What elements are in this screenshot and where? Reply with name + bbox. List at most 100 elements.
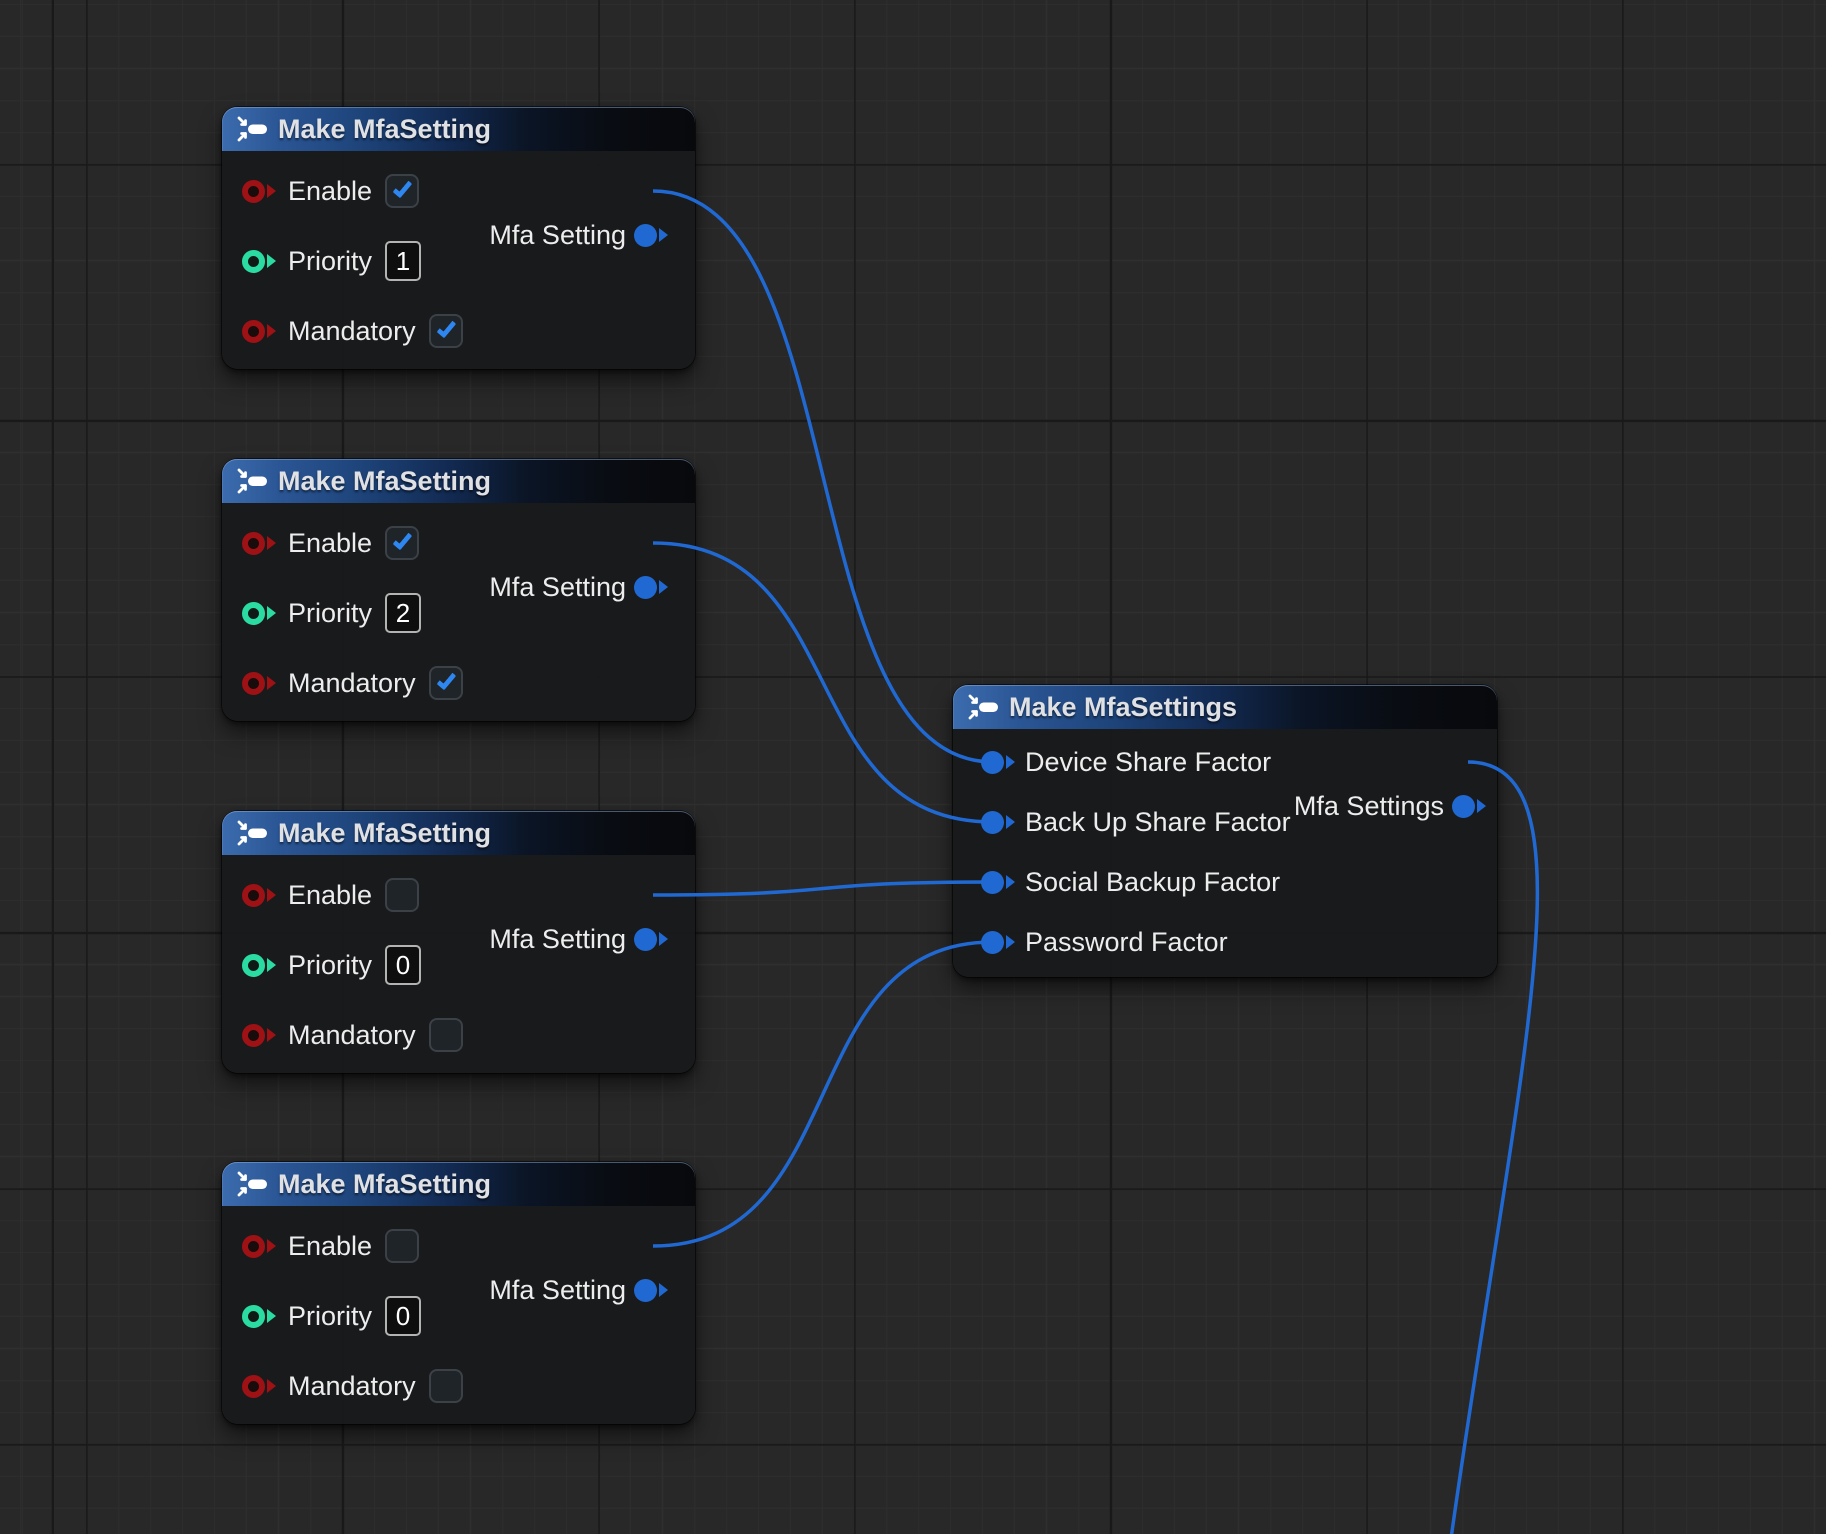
pin-label: Mfa Settings (1294, 791, 1444, 822)
pin-label: Priority (288, 246, 372, 277)
enable-checkbox[interactable] (385, 526, 419, 560)
make-struct-icon (236, 1171, 268, 1197)
pin-label: Enable (288, 528, 372, 559)
pin-arrow-icon (267, 1028, 276, 1042)
pin-arrow-icon (267, 324, 276, 338)
wire-mfasetting-1-to-device-share-factor[interactable] (653, 191, 993, 762)
mandatory-checkbox[interactable] (429, 1018, 463, 1052)
pin-label: Mfa Setting (489, 924, 626, 955)
mandatory-checkbox[interactable] (429, 1369, 463, 1403)
priority-pin[interactable] (242, 250, 276, 273)
mfa-setting-output-pin[interactable] (634, 224, 668, 247)
node-header[interactable]: Make MfaSetting (222, 1162, 695, 1206)
pin-label: Mfa Setting (489, 1275, 626, 1306)
input-row: Mandatory (222, 1000, 695, 1070)
mfa-setting-output-pin[interactable] (634, 928, 668, 951)
pin-arrow-icon (659, 932, 668, 946)
priority-value-input[interactable]: 1 (385, 241, 421, 281)
pin-label: Enable (288, 880, 372, 911)
social-backup-factor-pin[interactable] (981, 871, 1015, 894)
priority-value-input[interactable]: 0 (385, 1296, 421, 1336)
node-make-mfasetting-3[interactable]: Make MfaSetting Enable Priority 0 Mandat… (222, 811, 695, 1073)
pin-label: Priority (288, 950, 372, 981)
make-struct-icon (236, 116, 268, 142)
pin-arrow-icon (1006, 755, 1015, 769)
pin-label: Social Backup Factor (1025, 867, 1280, 898)
priority-pin[interactable] (242, 954, 276, 977)
check-icon (393, 529, 413, 550)
node-make-mfasetting-1[interactable]: Make MfaSetting Enable Priority 1 Mandat… (222, 107, 695, 369)
pin-label: Back Up Share Factor (1025, 807, 1291, 838)
graph-canvas[interactable]: Make MfaSetting Enable Priority 1 Mandat… (0, 0, 1826, 1534)
pin-label: Mandatory (288, 316, 416, 347)
input-row: Mandatory (222, 296, 695, 366)
make-struct-icon (236, 820, 268, 846)
node-header[interactable]: Make MfaSetting (222, 107, 695, 151)
pin-arrow-icon (1006, 875, 1015, 889)
output-row: Mfa Setting (489, 1255, 668, 1325)
input-row: Mandatory (222, 1351, 695, 1421)
mandatory-checkbox[interactable] (429, 314, 463, 348)
enable-pin[interactable] (242, 532, 276, 555)
mfa-settings-output-pin[interactable] (1452, 795, 1486, 818)
pin-label: Mandatory (288, 668, 416, 699)
node-header[interactable]: Make MfaSettings (953, 685, 1497, 729)
pin-label: Mfa Setting (489, 220, 626, 251)
pin-arrow-icon (267, 888, 276, 902)
pin-arrow-icon (267, 958, 276, 972)
node-title: Make MfaSetting (278, 466, 491, 497)
node-make-mfasetting-2[interactable]: Make MfaSetting Enable Priority 2 Mandat… (222, 459, 695, 721)
priority-pin[interactable] (242, 602, 276, 625)
pin-arrow-icon (1477, 799, 1486, 813)
input-row: Social Backup Factor (953, 852, 1497, 912)
mandatory-pin[interactable] (242, 320, 276, 343)
mandatory-pin[interactable] (242, 672, 276, 695)
password-factor-pin[interactable] (981, 931, 1015, 954)
wire-mfasetting-3-to-social-backup-factor[interactable] (653, 882, 993, 895)
mfa-setting-output-pin[interactable] (634, 1279, 668, 1302)
pin-label: Priority (288, 1301, 372, 1332)
enable-pin[interactable] (242, 1235, 276, 1258)
pin-arrow-icon (267, 606, 276, 620)
enable-checkbox[interactable] (385, 878, 419, 912)
priority-value-input[interactable]: 0 (385, 945, 421, 985)
back-up-share-factor-pin[interactable] (981, 811, 1015, 834)
pin-label: Password Factor (1025, 927, 1228, 958)
enable-pin[interactable] (242, 884, 276, 907)
input-row: Mandatory (222, 648, 695, 718)
mfa-setting-output-pin[interactable] (634, 576, 668, 599)
node-header[interactable]: Make MfaSetting (222, 459, 695, 503)
pin-arrow-icon (267, 254, 276, 268)
enable-checkbox[interactable] (385, 174, 419, 208)
output-row: Mfa Settings (1294, 771, 1486, 841)
pin-arrow-icon (267, 1309, 276, 1323)
check-icon (393, 177, 413, 198)
pin-arrow-icon (1006, 935, 1015, 949)
mandatory-checkbox[interactable] (429, 666, 463, 700)
node-header[interactable]: Make MfaSetting (222, 811, 695, 855)
node-title: Make MfaSetting (278, 114, 491, 145)
node-title: Make MfaSetting (278, 818, 491, 849)
wire-mfasetting-2-to-back-up-share-factor[interactable] (653, 543, 993, 822)
device-share-factor-pin[interactable] (981, 751, 1015, 774)
check-icon (436, 317, 456, 338)
pin-arrow-icon (267, 184, 276, 198)
output-row: Mfa Setting (489, 904, 668, 974)
pin-label: Mfa Setting (489, 572, 626, 603)
node-make-mfasettings[interactable]: Make MfaSettings Device Share Factor Bac… (953, 685, 1497, 977)
node-make-mfasetting-4[interactable]: Make MfaSetting Enable Priority 0 Mandat… (222, 1162, 695, 1424)
priority-value-input[interactable]: 2 (385, 593, 421, 633)
enable-checkbox[interactable] (385, 1229, 419, 1263)
mandatory-pin[interactable] (242, 1024, 276, 1047)
input-row: Password Factor (953, 912, 1497, 972)
pin-arrow-icon (267, 1239, 276, 1253)
pin-label: Mandatory (288, 1020, 416, 1051)
wire-mfasetting-4-to-password-factor[interactable] (653, 942, 993, 1246)
pin-arrow-icon (659, 1283, 668, 1297)
mandatory-pin[interactable] (242, 1375, 276, 1398)
pin-arrow-icon (267, 1379, 276, 1393)
priority-pin[interactable] (242, 1305, 276, 1328)
enable-pin[interactable] (242, 180, 276, 203)
output-row: Mfa Setting (489, 552, 668, 622)
pin-arrow-icon (267, 536, 276, 550)
